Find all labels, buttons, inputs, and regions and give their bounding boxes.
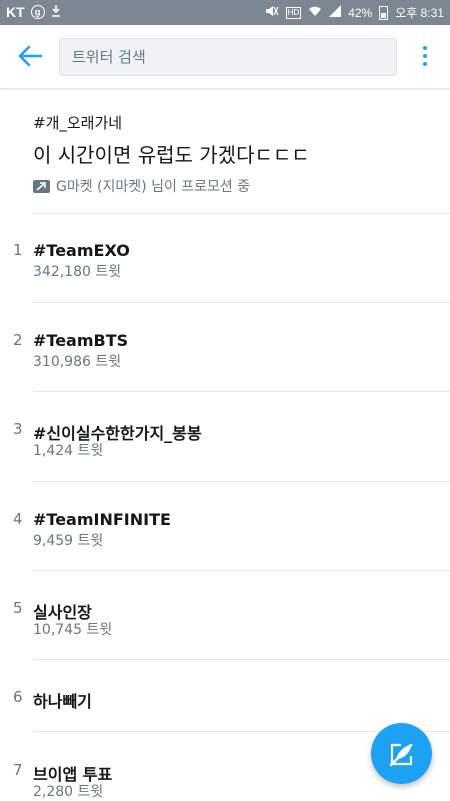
trend-rank: 1 (13, 241, 23, 259)
battery-icon (379, 5, 389, 20)
carrier-label: KT (6, 4, 25, 20)
trend-rank: 6 (13, 688, 23, 706)
trend-rank: 2 (13, 331, 23, 349)
divider (33, 659, 450, 660)
trend-tweet-count: 310,986 트윗 (33, 354, 122, 370)
trend-name: #TeamEXO (33, 241, 130, 260)
trend-tweet-count: 9,459 트윗 (33, 533, 104, 549)
wifi-icon (308, 5, 322, 20)
more-options-button[interactable] (417, 44, 433, 70)
trend-rank: 7 (13, 761, 23, 779)
arrow-left-icon (18, 45, 43, 67)
app-notification-icon: g (30, 5, 45, 19)
divider (33, 213, 450, 214)
trend-tweet-count: 2,280 트윗 (33, 784, 104, 800)
trend-rank: 3 (13, 420, 23, 438)
trend-name: 하나빼기 (33, 692, 92, 711)
trend-name: #TeamINFINITE (33, 510, 171, 529)
clock: 오후 8:31 (395, 6, 444, 20)
promoted-hashtag: #개_오래가네 (33, 114, 123, 132)
promoted-by: G마켓 (지마켓) 님이 프로모션 중 (33, 176, 433, 196)
trend-tweet-count: 342,180 트윗 (33, 264, 122, 280)
mute-icon (265, 5, 279, 20)
search-box[interactable] (59, 38, 397, 76)
promoted-title: 이 시간이면 유럽도 가겠다ㄷㄷㄷ (33, 143, 310, 167)
battery-percent: 42% (348, 5, 373, 20)
top-app-bar (0, 25, 450, 89)
search-input[interactable] (60, 39, 396, 75)
promoted-arrow-icon (33, 179, 50, 193)
status-bar: KT g HD 42% 오후 8:31 (0, 0, 450, 25)
compose-tweet-button[interactable] (371, 723, 432, 784)
divider (33, 481, 450, 482)
download-icon (51, 4, 61, 20)
trend-rank: 4 (13, 510, 23, 528)
signal-icon (329, 5, 342, 20)
promoted-by-label: G마켓 (지마켓) 님이 프로모션 중 (56, 179, 251, 195)
divider (33, 570, 450, 571)
trend-rank: 5 (13, 599, 23, 617)
divider (33, 391, 450, 392)
hd-icon: HD (285, 6, 302, 19)
trend-tweet-count: 1,424 트윗 (33, 443, 104, 459)
trend-name: #TeamBTS (33, 331, 129, 350)
back-button[interactable] (14, 42, 46, 70)
more-vertical-icon (423, 46, 427, 50)
promoted-trend[interactable]: #개_오래가네 이 시간이면 유럽도 가겠다ㄷㄷㄷ G마켓 (지마켓) 님이 프… (33, 112, 433, 196)
compose-tweet-icon (389, 743, 412, 766)
divider (33, 302, 450, 303)
trend-tweet-count: 10,745 트윗 (33, 622, 113, 638)
